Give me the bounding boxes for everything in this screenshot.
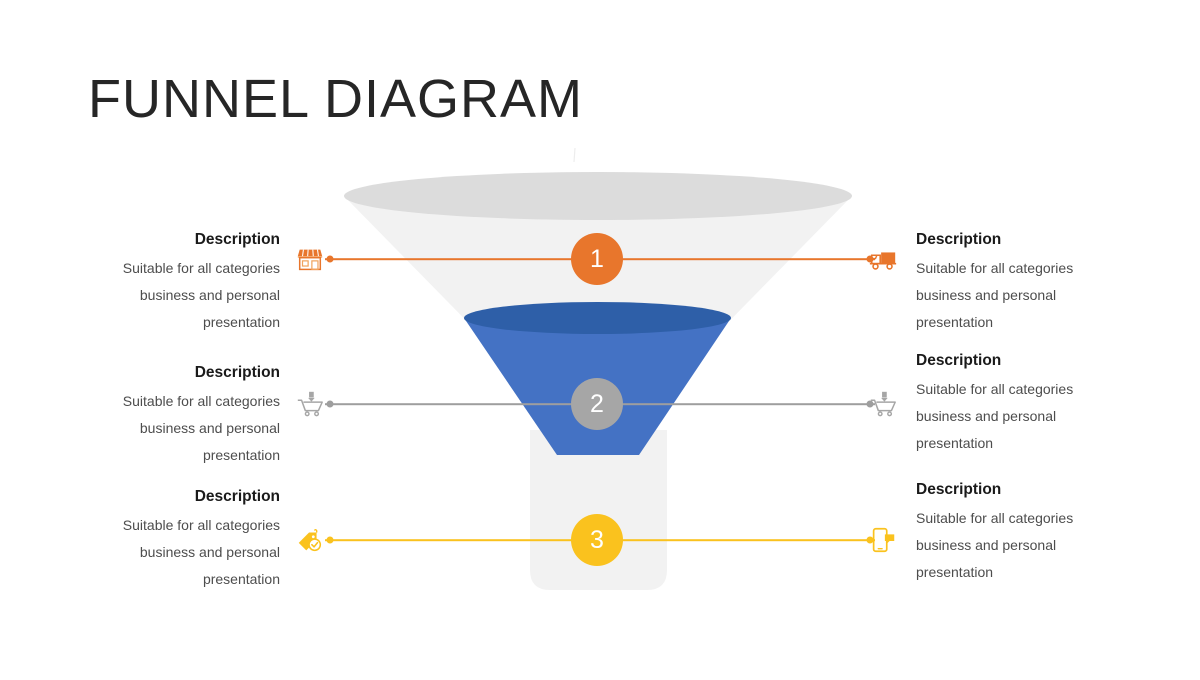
funnel-stage-badge-2[interactable]: 2	[571, 378, 623, 430]
row-2-left-body: Suitable for all categories business and…	[122, 392, 280, 464]
funnel-outer-top-ellipse	[344, 172, 852, 220]
connector-line-left-3	[325, 539, 607, 541]
row-2-left-title: Description	[194, 364, 280, 381]
connector-line-right-1	[593, 258, 875, 260]
funnel-stage-badge-1[interactable]: 1	[571, 233, 623, 285]
connector-line-right-2	[593, 403, 875, 405]
row-2-left-text: Description Suitable for all categories …	[80, 364, 280, 469]
row-3-left-text: Description Suitable for all categories …	[80, 488, 280, 593]
shopping-cart-icon	[868, 389, 898, 419]
delivery-truck-icon	[868, 244, 898, 274]
connector-dot-left-2	[326, 400, 334, 408]
row-1-right-text: Description Suitable for all categories …	[916, 231, 1116, 336]
row-1-left-title: Description	[194, 231, 280, 248]
funnel-stage-number-1: 1	[590, 244, 604, 273]
funnel-inner-top-ellipse	[464, 302, 731, 334]
funnel-stage-badge-3[interactable]: 3	[571, 514, 623, 566]
connector-line-left-1	[325, 258, 607, 260]
row-1-left-text: Description Suitable for all categories …	[80, 231, 280, 336]
funnel-stage-number-3: 3	[590, 525, 604, 554]
row-2-right-text: Description Suitable for all categories …	[916, 352, 1116, 457]
storefront-icon	[295, 244, 325, 274]
row-3-right-title: Description	[916, 481, 1002, 498]
row-3-right-body: Suitable for all categories business and…	[916, 509, 1074, 581]
shopping-cart-icon	[295, 389, 325, 419]
connector-dot-left-1	[326, 255, 334, 263]
row-3-left-body: Suitable for all categories business and…	[122, 516, 280, 588]
row-3-right-text: Description Suitable for all categories …	[916, 481, 1116, 586]
mobile-chat-icon	[868, 525, 898, 555]
row-2-right-body: Suitable for all categories business and…	[916, 380, 1074, 452]
connector-dot-left-3	[326, 536, 334, 544]
row-1-right-title: Description	[916, 231, 1002, 248]
connector-line-right-3	[593, 539, 875, 541]
row-3-left-title: Description	[194, 488, 280, 505]
connector-line-left-2	[325, 403, 607, 405]
page-title: FUNNEL DIAGRAM	[88, 69, 584, 129]
row-2-right-title: Description	[916, 352, 1002, 369]
price-tag-check-icon	[295, 525, 325, 555]
funnel-stem	[530, 430, 667, 590]
funnel-stage-number-2: 2	[590, 389, 604, 418]
row-1-right-body: Suitable for all categories business and…	[916, 259, 1074, 331]
funnel-top-artifact	[573, 147, 576, 163]
row-1-left-body: Suitable for all categories business and…	[122, 259, 280, 331]
